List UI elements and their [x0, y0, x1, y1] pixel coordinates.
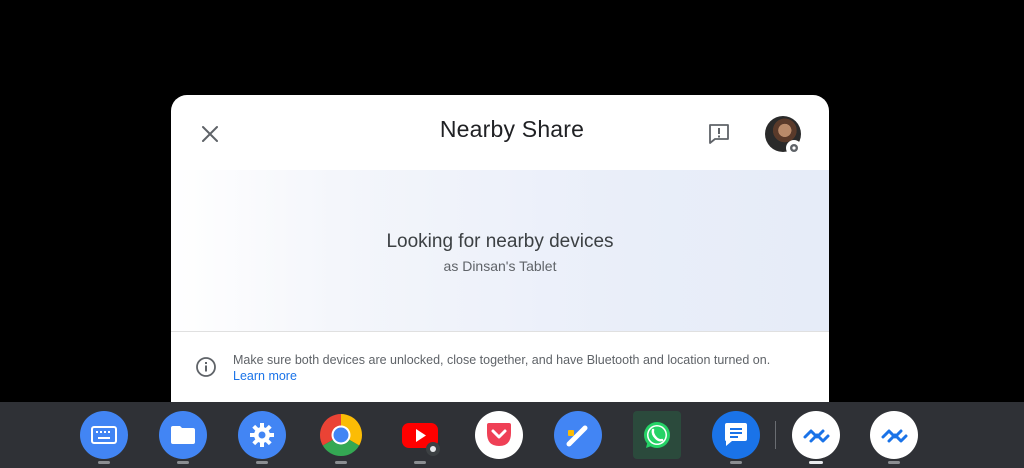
running-indicator	[888, 461, 900, 464]
feedback-button[interactable]	[705, 121, 733, 147]
status-subtitle: as Dinsan's Tablet	[443, 258, 557, 274]
screen: Nearby Share Looking for nearby devices …	[0, 0, 1024, 468]
nearby-share-app-icon-2[interactable]	[870, 411, 918, 459]
running-indicator	[730, 461, 742, 464]
youtube-app-icon[interactable]	[396, 411, 444, 459]
messages-app-icon[interactable]	[712, 411, 760, 459]
pocket-app-icon[interactable]	[475, 411, 523, 459]
chrome-app-icon[interactable]	[317, 411, 365, 459]
nearby-share-app-icon[interactable]	[792, 411, 840, 459]
whatsapp-app-icon[interactable]	[633, 411, 681, 459]
running-indicator	[256, 461, 268, 464]
learn-more-link[interactable]: Learn more	[233, 369, 297, 383]
files-app-icon[interactable]	[159, 411, 207, 459]
avatar-settings-badge[interactable]	[786, 140, 802, 156]
shelf-separator	[775, 421, 776, 449]
docs-editor-app-icon[interactable]	[554, 411, 602, 459]
divider	[171, 331, 829, 332]
running-indicator	[335, 461, 347, 464]
active-indicator	[809, 461, 823, 464]
info-text: Make sure both devices are unlocked, clo…	[233, 353, 771, 367]
dialog-title: Nearby Share	[439, 116, 585, 142]
running-indicator	[177, 461, 189, 464]
gear-icon	[790, 144, 798, 152]
feedback-icon	[709, 124, 729, 144]
keyboard-app-icon[interactable]	[80, 411, 128, 459]
running-indicator	[414, 461, 426, 464]
status-title: Looking for nearby devices	[386, 231, 614, 252]
running-indicator	[98, 461, 110, 464]
info-icon	[196, 357, 216, 377]
settings-app-icon[interactable]	[238, 411, 286, 459]
